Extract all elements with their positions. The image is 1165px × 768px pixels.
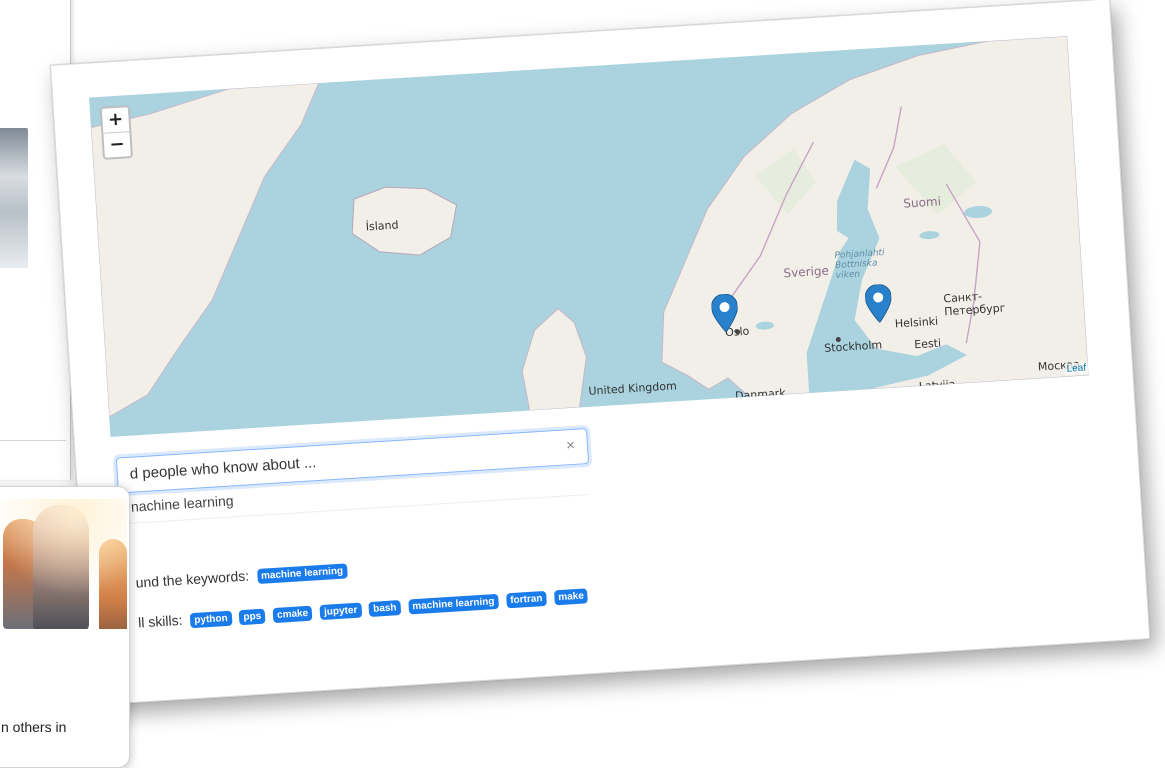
skills-line: ll skills: python pps cmake jupyter bash… (138, 586, 589, 631)
search-suggestion-text: nachine learning (130, 492, 234, 515)
map[interactable]: + − Ísland Suomi Sverige Pohjanlahti Bot… (89, 36, 1089, 437)
background-card-divider (0, 440, 66, 441)
oslo-marker-icon[interactable] (711, 293, 739, 333)
map-tiles (89, 36, 1089, 437)
skill-badge[interactable]: fortran (505, 590, 547, 609)
skill-badge[interactable]: make (553, 588, 589, 606)
map-label-suomi: Suomi (902, 194, 942, 211)
helsinki-marker-icon[interactable] (864, 283, 892, 324)
map-label-spb: Санкт-Петербург (943, 289, 1006, 319)
map-label-bothnia: Pohjanlahti Bottniska viken (834, 247, 885, 282)
clear-icon[interactable]: × (566, 437, 576, 455)
map-attribution[interactable]: Leaf (1064, 362, 1089, 375)
zoom-out-button[interactable]: − (103, 131, 131, 158)
map-label-sverige: Sverige (783, 263, 830, 281)
people-photo (0, 499, 127, 629)
keywords-line: und the keywords: machine learning (135, 561, 348, 591)
skill-badge[interactable]: python (189, 610, 233, 629)
skill-badge[interactable]: jupyter (319, 602, 362, 621)
skill-badge[interactable]: pps (239, 608, 266, 626)
people-card: n others in (0, 486, 130, 768)
skill-badge[interactable]: cmake (272, 605, 313, 624)
background-card-image (0, 128, 28, 268)
skills-label: ll skills: (137, 611, 183, 631)
skill-badge[interactable]: machine learning (407, 593, 499, 615)
keywords-label: und the keywords: (135, 567, 250, 591)
search-input-value: d people who know about ... (129, 454, 317, 483)
zoom-control: + − (99, 105, 134, 160)
skill-badge[interactable]: bash (368, 600, 401, 618)
keyword-badge[interactable]: machine learning (256, 563, 348, 584)
zoom-in-button[interactable]: + (102, 107, 129, 133)
map-search-card: + − Ísland Suomi Sverige Pohjanlahti Bot… (50, 0, 1151, 706)
map-label-latvija: Latvija (918, 377, 956, 394)
people-card-text: n others in (1, 719, 67, 735)
map-label-iceland: Ísland (365, 218, 399, 234)
map-label-helsinki: Helsinki (894, 314, 939, 331)
map-label-eesti: Eesti (913, 336, 942, 352)
map-label-danmark: Danmark (734, 386, 786, 403)
